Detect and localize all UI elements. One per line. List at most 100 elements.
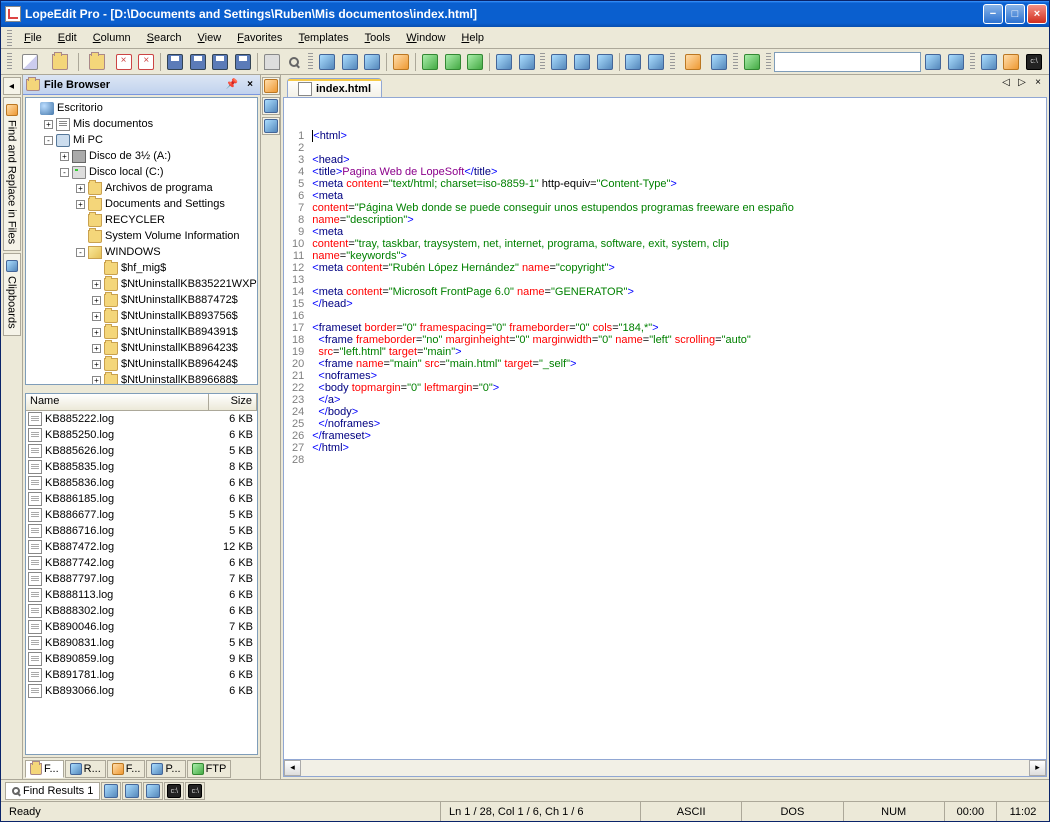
maximize-button[interactable]: □ [1005,4,1025,24]
open-file-button[interactable] [46,51,76,73]
tree-item[interactable]: +Mis documentos [28,116,255,132]
paste-button[interactable] [362,51,384,73]
file-row[interactable]: KB886677.log5 KB [26,507,257,523]
tree-item[interactable]: -Mi PC [28,132,255,148]
panel-tab[interactable]: F... [25,760,64,778]
tree-item[interactable]: +$NtUninstallKB896688$ [28,372,255,385]
expand-button[interactable]: - [44,136,53,145]
tree-item[interactable]: -Disco local (C:) [28,164,255,180]
find-results-btn[interactable] [122,782,142,800]
menu-help[interactable]: Help [453,30,492,46]
tool-button[interactable] [741,51,763,73]
unindent-button[interactable] [419,51,441,73]
expand-button[interactable]: - [76,248,85,257]
bookmark-button[interactable] [678,51,708,73]
code-editor[interactable]: 1234567891011121314151617181920212223242… [283,97,1047,760]
indent-button[interactable] [390,51,412,73]
expand-button[interactable]: - [60,168,69,177]
horizontal-scrollbar[interactable]: ◂▸ [283,760,1047,777]
code-content[interactable]: <html> <head><title>Pagina Web de LopeSo… [308,128,1046,468]
file-row[interactable]: KB885626.log5 KB [26,443,257,459]
minimize-button[interactable]: − [983,4,1003,24]
file-row[interactable]: KB885250.log6 KB [26,427,257,443]
file-row[interactable]: KB893066.log6 KB [26,683,257,699]
expand-button[interactable]: + [60,152,69,161]
file-row[interactable]: KB886716.log5 KB [26,523,257,539]
file-row[interactable]: KB890859.log9 KB [26,651,257,667]
panel-tab[interactable]: FTP [187,760,232,778]
window-button[interactable] [978,51,1000,73]
tree-item[interactable]: RECYCLER [28,212,255,228]
tree-item[interactable]: -WINDOWS [28,244,255,260]
save-button[interactable] [164,51,186,73]
tree-item[interactable]: +$NtUninstallKB896423$ [28,340,255,356]
column-header-name[interactable]: Name [26,394,209,410]
tool-button[interactable] [571,51,593,73]
comment-button[interactable] [442,51,464,73]
tab-close-button[interactable]: × [1031,77,1045,91]
tree-item[interactable]: +Archivos de programa [28,180,255,196]
file-row[interactable]: KB887797.log7 KB [26,571,257,587]
file-row[interactable]: KB886185.log6 KB [26,491,257,507]
tree-item[interactable]: +Disco de 3½ (A:) [28,148,255,164]
expand-button[interactable]: + [92,296,101,305]
tree-item[interactable]: +Documents and Settings [28,196,255,212]
editor-tab-index-html[interactable]: index.html [287,78,382,97]
file-row[interactable]: KB885836.log6 KB [26,475,257,491]
menu-column[interactable]: Column [85,30,139,46]
nav-button[interactable] [922,51,944,73]
file-row[interactable]: KB887742.log6 KB [26,555,257,571]
undo-button[interactable] [493,51,515,73]
cut-button[interactable] [316,51,338,73]
file-row[interactable]: KB890046.log7 KB [26,619,257,635]
file-row[interactable]: KB891781.log6 KB [26,667,257,683]
tree-item[interactable]: $hf_mig$ [28,260,255,276]
save-as-button[interactable] [187,51,209,73]
expand-button[interactable]: + [92,312,101,321]
expand-button[interactable]: + [44,120,53,129]
panel-tab[interactable]: F... [107,760,146,778]
expand-button[interactable]: + [92,328,101,337]
expand-button[interactable]: + [92,280,101,289]
menu-search[interactable]: Search [139,30,190,46]
file-row[interactable]: KB887472.log12 KB [26,539,257,555]
tool-button[interactable] [548,51,570,73]
save-all2-button[interactable] [232,51,254,73]
pin-icon[interactable]: 📌 [225,78,239,92]
tab-prev-button[interactable]: ◁ [999,77,1013,91]
close-all-button[interactable]: × [135,51,157,73]
tree-item[interactable]: +$NtUninstallKB894391$ [28,324,255,340]
expand-button[interactable]: + [92,344,101,353]
panel-tab[interactable]: R... [65,760,106,778]
file-row[interactable]: KB885222.log6 KB [26,411,257,427]
find-results-btn[interactable] [101,782,121,800]
tool-button[interactable] [645,51,667,73]
open-favorite-button[interactable] [82,51,112,73]
expand-button[interactable]: + [92,376,101,385]
column-header-size[interactable]: Size [209,394,257,410]
menu-view[interactable]: View [190,30,230,46]
tool-button[interactable] [623,51,645,73]
tool-button[interactable] [594,51,616,73]
file-row[interactable]: KB888302.log6 KB [26,603,257,619]
tree-item[interactable]: System Volume Information [28,228,255,244]
panel-close-button[interactable]: × [243,78,257,92]
print-button[interactable] [261,51,283,73]
tree-item[interactable]: +$NtUninstallKB835221WXP$ [28,276,255,292]
uncomment-button[interactable] [464,51,486,73]
folder-tree[interactable]: Escritorio+Mis documentos-Mi PC+Disco de… [25,97,258,385]
menu-templates[interactable]: Templates [290,30,356,46]
close-file-button[interactable]: × [113,51,135,73]
menu-file[interactable]: File [16,30,50,46]
nav-button[interactable] [945,51,967,73]
tree-item[interactable]: +$NtUninstallKB896424$ [28,356,255,372]
tree-item[interactable]: Escritorio [28,100,255,116]
search-input[interactable] [774,52,922,72]
find-results-tab[interactable]: Find Results 1 [5,782,100,800]
menu-tools[interactable]: Tools [357,30,399,46]
vertical-tab-clipboards[interactable]: Clipboards [3,253,21,336]
menu-window[interactable]: Window [398,30,453,46]
panel-tab[interactable]: P... [146,760,185,778]
find-results-btn[interactable] [143,782,163,800]
expand-button[interactable]: + [92,360,101,369]
